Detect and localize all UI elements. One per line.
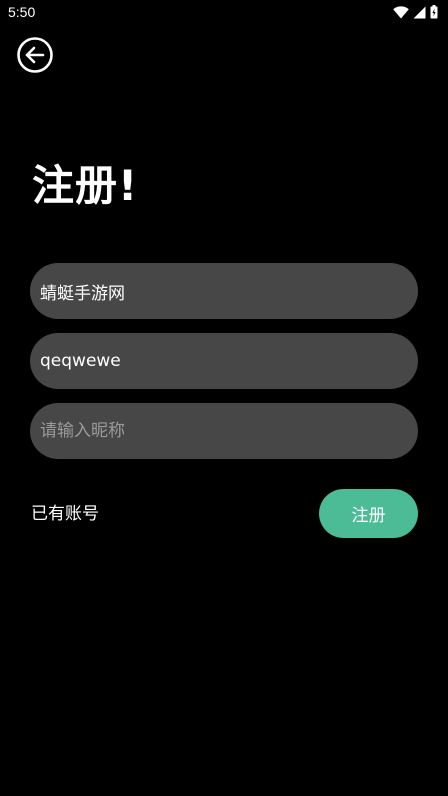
- status-bar: 5:50: [0, 0, 448, 26]
- page-title: 注册!: [32, 161, 139, 210]
- nickname-input[interactable]: [40, 421, 408, 441]
- password-input[interactable]: [40, 351, 408, 371]
- status-time: 5:50: [8, 4, 36, 20]
- username-input[interactable]: [40, 281, 408, 301]
- wifi-icon: [393, 5, 409, 19]
- existing-account-link[interactable]: 已有账号: [31, 502, 99, 526]
- back-button[interactable]: [16, 36, 54, 74]
- signal-icon: [413, 6, 426, 18]
- username-field[interactable]: [30, 263, 418, 319]
- battery-icon: [430, 5, 438, 19]
- password-field[interactable]: [30, 333, 418, 389]
- nickname-field[interactable]: [30, 403, 418, 459]
- back-arrow-circle-icon: [17, 37, 53, 73]
- status-icons: [393, 4, 438, 20]
- register-button[interactable]: 注册: [319, 489, 418, 538]
